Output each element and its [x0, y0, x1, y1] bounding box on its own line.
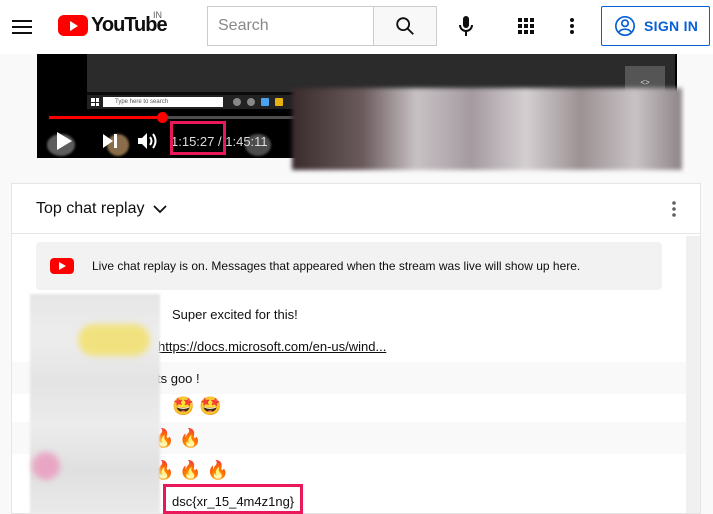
skip-next-icon: [103, 134, 117, 148]
sign-in-label: SIGN IN: [644, 18, 699, 34]
chevron-down-icon: [152, 204, 167, 213]
search-button[interactable]: [373, 6, 437, 46]
apps-icon: [518, 18, 534, 34]
progress-bar[interactable]: [49, 112, 319, 123]
chat-scrollbar[interactable]: [686, 236, 700, 513]
youtube-play-logo-icon: [58, 15, 88, 36]
more-vert-icon: [672, 201, 676, 217]
duration: 1:45:11: [225, 133, 268, 149]
volume-button[interactable]: [133, 126, 163, 156]
taskbar-search: Type here to search: [103, 97, 223, 107]
redacted-usernames: [30, 294, 160, 514]
chat-mode-selector[interactable]: Top chat replay: [36, 200, 167, 218]
play-icon: [57, 132, 72, 150]
current-time-highlight: [170, 121, 226, 155]
masthead: YouTube IN SIGN IN: [0, 0, 713, 54]
taskview-icon: [247, 98, 255, 106]
volume-icon: [138, 133, 157, 149]
play-button[interactable]: [47, 126, 81, 156]
message-text: ts goo !: [157, 370, 200, 386]
hamburger-icon[interactable]: [10, 15, 34, 39]
chat-more-button[interactable]: [664, 198, 684, 220]
message-text: Super excited for this!: [172, 306, 298, 322]
cortana-icon: [233, 98, 241, 106]
chat-title: Top chat replay: [36, 199, 145, 217]
taskbar-icons: [233, 98, 283, 106]
message-emojis: 🤩 🤩: [172, 395, 222, 416]
windows-logo-icon: [91, 98, 99, 106]
flag-message-highlight: [163, 484, 303, 514]
youtube-icon: [50, 258, 74, 274]
search-icon: [396, 17, 414, 35]
mic-icon: [459, 16, 473, 36]
settings-more-button[interactable]: [560, 12, 584, 40]
chat-header: Top chat replay: [12, 184, 700, 234]
sign-in-button[interactable]: SIGN IN: [601, 6, 710, 46]
progress-fill: [49, 116, 163, 119]
more-vert-icon: [570, 18, 574, 34]
edge-icon: [261, 98, 269, 106]
message-link[interactable]: https://docs.microsoft.com/en-us/wind...: [158, 339, 386, 354]
message-emojis: 🔥 🔥 🔥: [152, 459, 230, 480]
apps-button[interactable]: [512, 12, 540, 40]
chat-replay-notice: Live chat replay is on. Messages that ap…: [36, 242, 662, 290]
region-code: IN: [153, 10, 162, 20]
redacted-video-region: [292, 88, 682, 170]
video-taskbar: Type here to search: [87, 95, 327, 109]
notice-text: Live chat replay is on. Messages that ap…: [92, 259, 581, 273]
search-box[interactable]: [207, 6, 374, 46]
youtube-page: YouTube IN SIGN IN Type here to search: [0, 0, 713, 514]
voice-search-button[interactable]: [450, 10, 482, 42]
account-icon: [615, 16, 635, 36]
search-input[interactable]: [218, 17, 374, 35]
youtube-logo[interactable]: YouTube: [58, 14, 168, 37]
next-button[interactable]: [93, 126, 127, 156]
folder-icon: [275, 98, 283, 106]
scrubber-handle[interactable]: [157, 112, 169, 123]
